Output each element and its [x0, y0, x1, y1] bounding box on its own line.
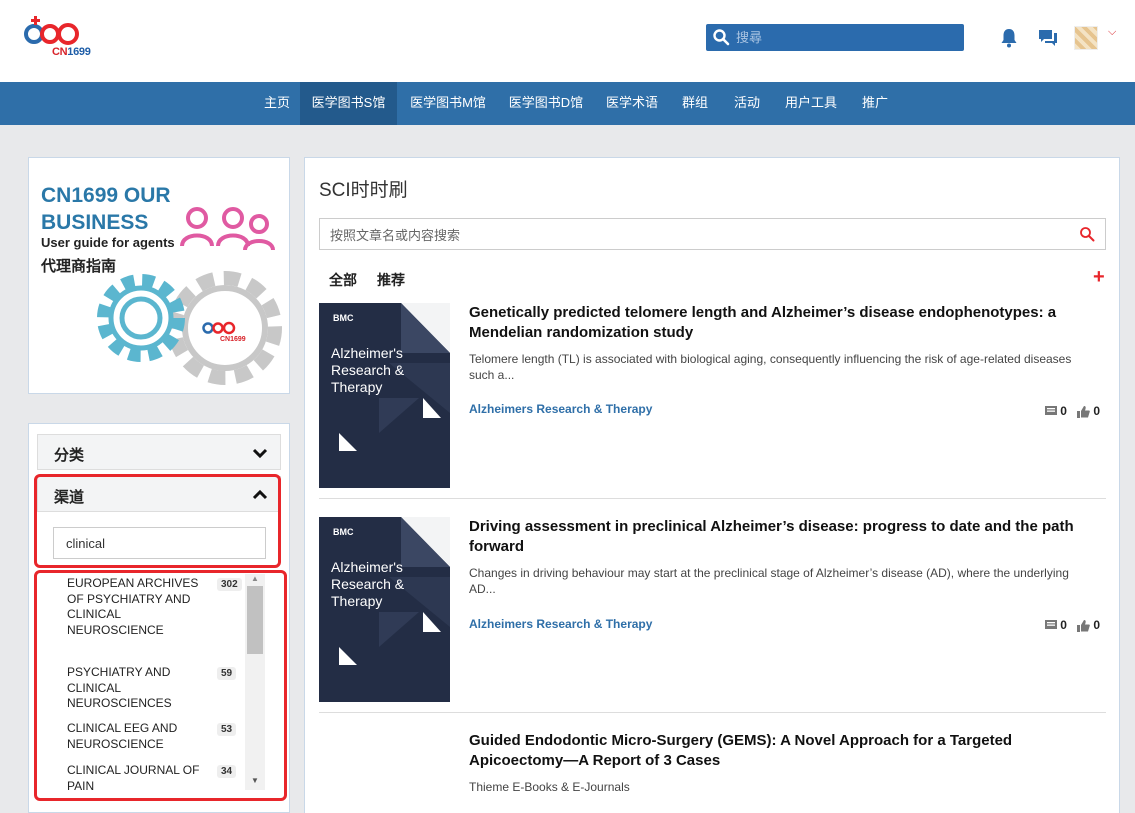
global-search[interactable] [706, 24, 964, 51]
top-header: CN1699 ⌵ [0, 0, 1135, 82]
agent-guide-banner[interactable]: CN1699 OUR BUSINESS User guide for agents… [28, 157, 290, 394]
nav-item-library-m[interactable]: 医学图书M馆 [402, 82, 494, 125]
divider [319, 712, 1106, 713]
search-icon[interactable] [1079, 226, 1095, 242]
comment-icon[interactable] [1044, 620, 1057, 631]
banner-logo-text: CN1699 [220, 336, 246, 343]
main-panel: SCI时时刷 全部 推荐 + BMC Alzheimer'sResearch &… [304, 157, 1120, 813]
article-source: Thieme E-Books & E-Journals [469, 780, 630, 794]
search-icon[interactable] [712, 28, 730, 46]
nav-item-home[interactable]: 主页 [254, 82, 300, 125]
article-abstract: Telomere length (TL) is associated with … [469, 352, 1072, 382]
divider [319, 498, 1106, 499]
chevron-down-icon[interactable] [252, 445, 268, 461]
thumbs-up-icon[interactable] [1076, 405, 1090, 418]
article-card: BMC Alzheimer's Research & Therapy Driving… [319, 517, 1106, 702]
journal-cover[interactable]: BMC Alzheimer's Research & Therapy [319, 517, 450, 702]
cover-journal-title: Alzheimer's Research & Therapy [331, 559, 405, 609]
article-search-input[interactable] [330, 225, 1070, 245]
article-abstract: Changes in driving behaviour may start a… [469, 566, 1069, 596]
article-card: Guided Endodontic Micro-Surgery (GEMS): … [319, 731, 1106, 813]
thumbs-up-icon[interactable] [1076, 619, 1090, 632]
chevron-down-icon[interactable]: ⌵ [1108, 26, 1116, 39]
banner-title: CN1699 OUR BUSINESS [41, 184, 171, 234]
journal-cover[interactable]: BMC Alzheimer's Research & Therapy [319, 303, 450, 488]
global-search-input[interactable] [736, 27, 956, 48]
like-count: 0 [1093, 404, 1100, 418]
highlight-box-channel [34, 474, 281, 568]
banner-subtitle-cn: 代理商指南 [41, 258, 117, 275]
like-count: 0 [1093, 618, 1100, 632]
messages-icon[interactable] [1038, 28, 1058, 48]
article-stats: 0 0 [1044, 618, 1100, 632]
main-nav: 主页 医学图书S馆 医学图书M馆 医学图书D馆 医学术语 群组 活动 用户工具 … [0, 82, 1135, 125]
article-card: BMC Alzheimer's Research & Therapy Genetic… [319, 303, 1106, 488]
cover-publisher: BMC [333, 313, 354, 323]
cover-journal-title: Alzheimer's Research & Therapy [331, 345, 405, 395]
highlight-box-channel-list [34, 570, 287, 801]
article-title[interactable]: Genetically predicted telomere length an… [469, 303, 1089, 343]
nav-item-groups[interactable]: 群组 [672, 82, 718, 125]
cn1699-logo[interactable]: CN1699 [20, 14, 100, 60]
logo-text: CN1699 [52, 46, 91, 58]
category-accordion[interactable]: 分类 [37, 434, 281, 470]
tab-all[interactable]: 全部 [329, 270, 357, 290]
article-journal-link[interactable]: Alzheimers Research & Therapy [469, 402, 652, 416]
comment-count: 0 [1060, 618, 1067, 632]
category-label: 分类 [54, 447, 85, 464]
nav-item-user-tools[interactable]: 用户工具 [776, 82, 846, 125]
comment-count: 0 [1060, 404, 1067, 418]
nav-item-terminology[interactable]: 医学术语 [598, 82, 666, 125]
nav-item-library-s[interactable]: 医学图书S馆 [300, 82, 397, 125]
article-search[interactable] [319, 218, 1106, 250]
add-plus-icon[interactable]: + [1093, 266, 1105, 289]
page-title: SCI时时刷 [319, 180, 408, 201]
article-title[interactable]: Guided Endodontic Micro-Surgery (GEMS): … [469, 731, 1089, 771]
bell-icon[interactable] [1000, 28, 1018, 48]
article-journal-link[interactable]: Alzheimers Research & Therapy [469, 617, 652, 631]
tab-recommended[interactable]: 推荐 [377, 270, 405, 290]
nav-item-library-d[interactable]: 医学图书D馆 [500, 82, 592, 125]
article-title[interactable]: Driving assessment in preclinical Alzhei… [469, 517, 1089, 557]
avatar[interactable] [1074, 26, 1098, 50]
cover-publisher: BMC [333, 527, 354, 537]
nav-item-events[interactable]: 活动 [724, 82, 770, 125]
banner-subtitle-en: User guide for agents [41, 235, 175, 250]
nav-item-promotion[interactable]: 推广 [852, 82, 898, 125]
comment-icon[interactable] [1044, 406, 1057, 417]
article-stats: 0 0 [1044, 404, 1100, 418]
